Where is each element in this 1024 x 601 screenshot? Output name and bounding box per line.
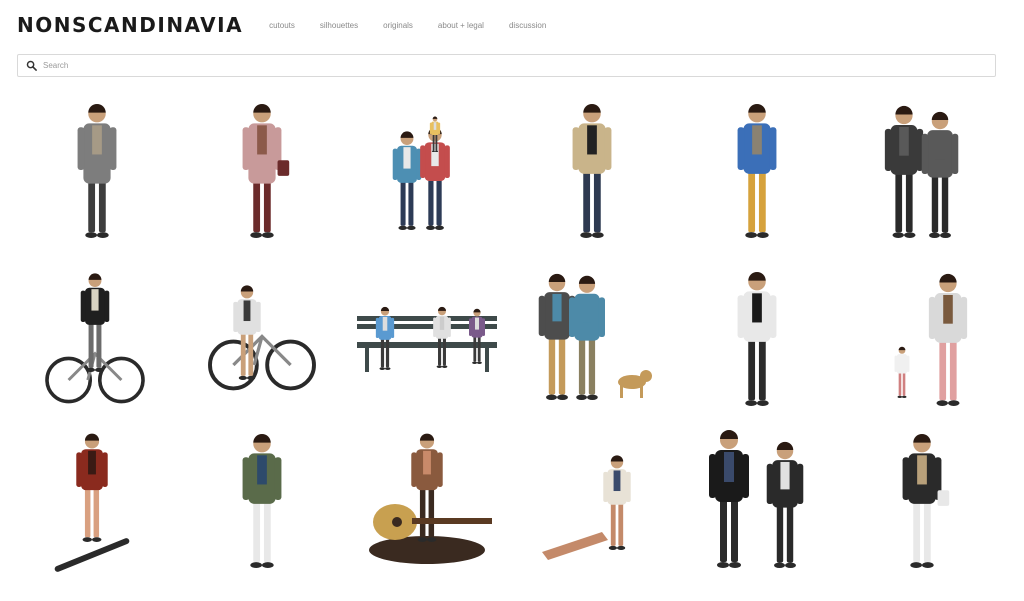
- cutout-figure: [894, 273, 968, 406]
- cutout-figure: [737, 271, 777, 406]
- nav-link-originals[interactable]: originals: [383, 21, 413, 30]
- main-nav: cutouts silhouettes originals about + le…: [269, 21, 571, 30]
- cutout-woman-pink-coat-bag[interactable]: [192, 92, 332, 242]
- cutout-skateboarder-jumping[interactable]: [27, 422, 167, 572]
- nav-link-discussion[interactable]: discussion: [509, 21, 546, 30]
- cutout-boy-blue-jacket-skateboard[interactable]: [687, 92, 827, 242]
- cutout-figure: [77, 103, 117, 238]
- nav-link-cutouts[interactable]: cutouts: [269, 21, 295, 30]
- cutout-figure: [538, 273, 652, 400]
- cutout-figure: [208, 285, 316, 391]
- cutout-figure: [542, 455, 631, 560]
- site-logo[interactable]: NONSCANDINAVIA: [17, 13, 243, 37]
- nav-link-about-legal[interactable]: about + legal: [438, 21, 484, 30]
- cutout-woman-with-guitar[interactable]: [357, 422, 497, 572]
- cutout-man-wheelie-bicycle[interactable]: [192, 260, 332, 410]
- cutout-figure: [884, 105, 959, 238]
- cutout-people-on-park-bench[interactable]: [357, 260, 497, 410]
- cutout-woman-sitting-reading[interactable]: [522, 422, 662, 572]
- cutout-figure: [902, 433, 950, 568]
- cutout-woman-on-bicycle[interactable]: [27, 260, 167, 410]
- cutout-woman-grey-coat-walking[interactable]: [27, 92, 167, 242]
- cutout-man-with-backpack[interactable]: [852, 422, 992, 572]
- site-header: NONSCANDINAVIA cutouts silhouettes origi…: [17, 10, 1007, 40]
- cutout-figure: [709, 430, 804, 568]
- cutout-figure: [242, 103, 290, 238]
- nav-link-silhouettes[interactable]: silhouettes: [320, 21, 358, 30]
- cutout-figure: [392, 116, 450, 231]
- cutout-man-camo-jacket[interactable]: [192, 422, 332, 572]
- cutout-figure: [572, 103, 612, 238]
- cutout-couple-with-dog[interactable]: [522, 260, 662, 410]
- cutout-man-white-shirt-tie[interactable]: [687, 260, 827, 410]
- cutout-two-women-walking[interactable]: [687, 422, 827, 572]
- cutout-man-beige-jacket[interactable]: [522, 92, 662, 242]
- cutout-figure: [54, 433, 130, 572]
- cutout-figure: [737, 103, 777, 238]
- cutout-figure: [369, 433, 492, 564]
- search-bar[interactable]: [17, 54, 996, 77]
- search-input[interactable]: [43, 61, 943, 70]
- cutout-figure: [357, 306, 497, 372]
- search-icon: [26, 60, 37, 71]
- cutout-couple-with-child-on-shoulders[interactable]: [357, 92, 497, 242]
- cutout-figure: [45, 273, 145, 404]
- cutout-father-with-toddler[interactable]: [852, 260, 992, 410]
- cutout-figure: [242, 433, 282, 568]
- cutout-couple-walking-away[interactable]: [852, 92, 992, 242]
